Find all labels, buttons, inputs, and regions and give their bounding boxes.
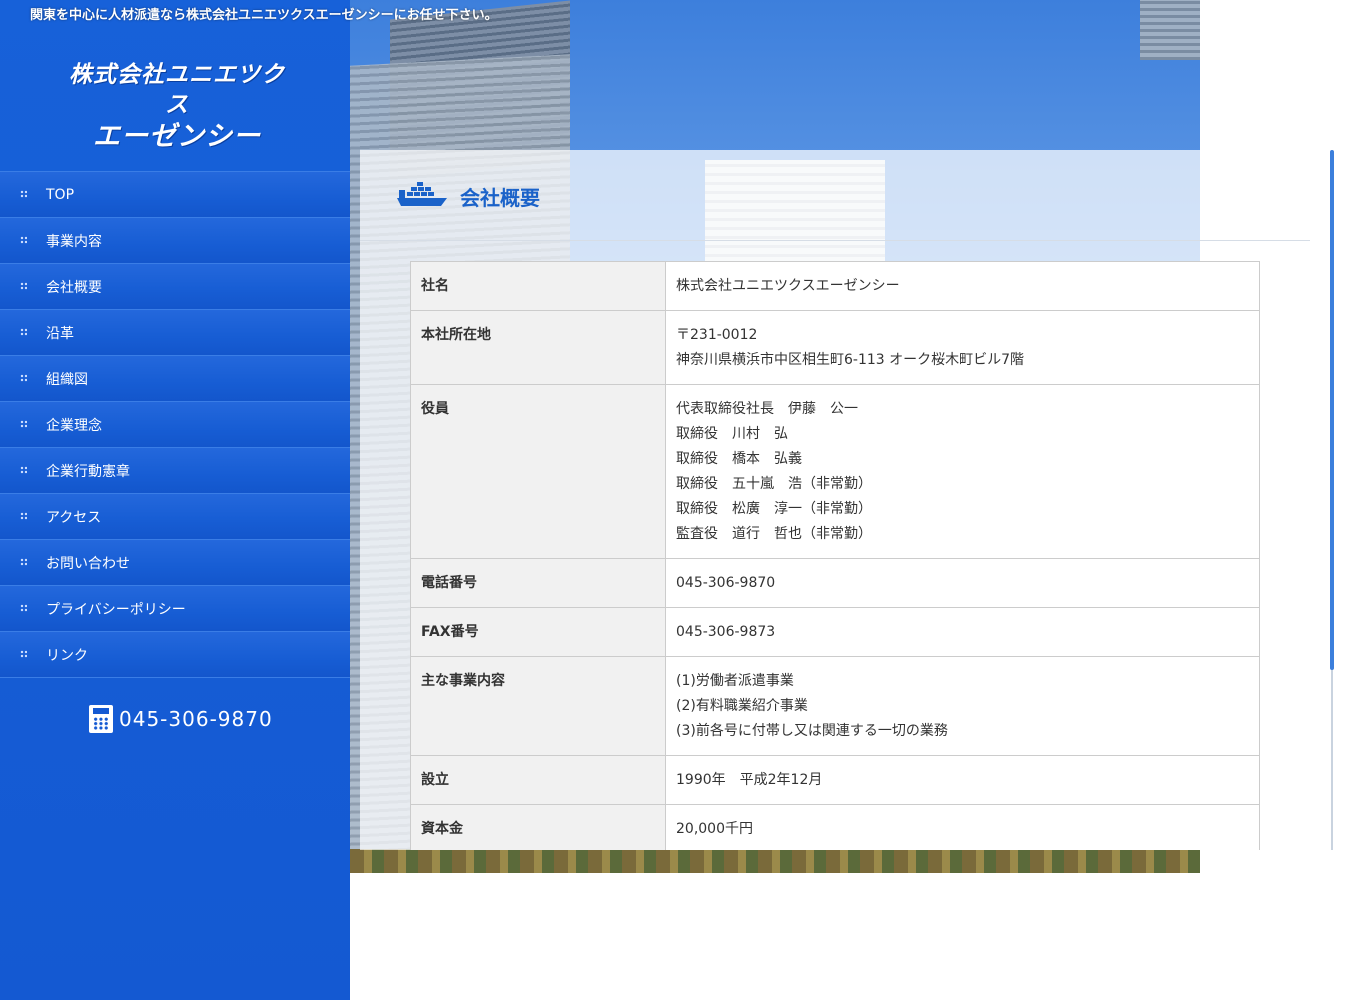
row-value: 1990年 平成2年12月 [665, 755, 1260, 805]
row-label: FAX番号 [410, 607, 666, 657]
nav-item-label: 会社概要 [46, 279, 102, 296]
dots-icon [20, 466, 27, 474]
logo-line1: 株式会社ユニエツクス [69, 62, 285, 118]
dots-icon [20, 512, 27, 520]
dots-icon [20, 236, 27, 244]
table-row: 主な事業内容 (1)労働者派遣事業 (2)有料職業紹介事業 (3)前各号に付帯し又は関… [410, 656, 1260, 756]
row-value: (1)労働者派遣事業 (2)有料職業紹介事業 (3)前各号に付帯し又は関連する一切の… [665, 656, 1260, 756]
nav-item-label: TOP [46, 186, 75, 203]
table-row: 本社所在地 〒231-0012 神奈川県横浜市中区相生町6-113 オーク桜木町ビル… [410, 310, 1260, 385]
table-row: 資本金 20,000千円 [410, 804, 1260, 850]
scrollbar-thumb[interactable] [1330, 150, 1334, 670]
row-value-line: 取締役 川村 弘 [676, 426, 788, 442]
table-row: 設立 1990年 平成2年12月 [410, 755, 1260, 805]
nav-item-label: 事業内容 [46, 233, 102, 250]
row-value: 045-306-9870 [665, 558, 1260, 608]
site-tagline: 関東を中心に人材派遣なら株式会社ユニエツクスエーゼンシーにお任せ下さい。 [30, 8, 498, 23]
nav-item-links[interactable]: リンク [0, 631, 350, 678]
row-label: 社名 [410, 261, 666, 311]
nav-item-history[interactable]: 沿革 [0, 309, 350, 355]
dots-icon [20, 604, 27, 612]
nav-item-philosophy[interactable]: 企業理念 [0, 401, 350, 447]
nav-item-org-chart[interactable]: 組織図 [0, 355, 350, 401]
nav-item-privacy[interactable]: プライバシーポリシー [0, 585, 350, 631]
trees-strip [350, 849, 1200, 873]
row-label: 役員 [410, 384, 666, 559]
dots-icon [20, 190, 27, 198]
nav-item-label: 沿革 [46, 325, 74, 342]
dots-icon [20, 420, 27, 428]
row-value-line: 045-306-9873 [676, 624, 776, 640]
logo-line2: エーゼンシー [93, 121, 261, 152]
sidebar: 株式会社ユニエツクス エーゼンシー TOP 事業内容 会社概要 沿革 組織図 企… [0, 0, 350, 1000]
nav-item-label: プライバシーポリシー [46, 601, 186, 618]
nav-item-label: 組織図 [46, 371, 88, 388]
row-value-line: 取締役 五十嵐 浩（非常勤） [676, 476, 872, 492]
row-value: 〒231-0012 神奈川県横浜市中区相生町6-113 オーク桜木町ビル7階 [665, 310, 1260, 385]
page-title: 会社概要 [460, 186, 540, 210]
row-value-line: 20,000千円 [676, 821, 753, 837]
row-label: 主な事業内容 [410, 656, 666, 756]
row-value-line: 取締役 松廣 淳一（非常勤） [676, 501, 872, 517]
dots-icon [20, 650, 27, 658]
row-value-line: 監査役 道行 哲也（非常勤） [676, 526, 872, 542]
row-label: 設立 [410, 755, 666, 805]
page-header: 会社概要 [360, 150, 1310, 241]
row-value-line: (1)労働者派遣事業 [676, 673, 794, 689]
table-row: 社名 株式会社ユニエツクスエーゼンシー [410, 261, 1260, 311]
company-info-table: 社名 株式会社ユニエツクスエーゼンシー 本社所在地 〒231-0012 神奈川県横浜市中… [410, 261, 1260, 850]
row-value: 045-306-9873 [665, 607, 1260, 657]
nav-item-business[interactable]: 事業内容 [0, 217, 350, 263]
row-value: 代表取締役社長 伊藤 公一 取締役 川村 弘取締役 橋本 弘義取締役 五十嵐 浩（… [665, 384, 1260, 559]
nav-item-label: 企業行動憲章 [46, 463, 130, 480]
nav-item-charter[interactable]: 企業行動憲章 [0, 447, 350, 493]
site-logo[interactable]: 株式会社ユニエツクス エーゼンシー [62, 60, 292, 154]
row-value-line: 1990年 平成2年12月 [676, 772, 823, 788]
nav-item-access[interactable]: アクセス [0, 493, 350, 539]
nav-item-top[interactable]: TOP [0, 171, 350, 217]
nav-item-label: リンク [46, 647, 88, 664]
row-value-line: (3)前各号に付帯し又は関連する一切の業務 [676, 723, 948, 739]
row-value-line: 取締役 橋本 弘義 [676, 451, 802, 467]
nav-item-company-profile[interactable]: 会社概要 [0, 263, 350, 309]
dots-icon [20, 328, 27, 336]
building-corner [1140, 0, 1200, 60]
dots-icon [20, 558, 27, 566]
nav-item-contact[interactable]: お問い合わせ [0, 539, 350, 585]
row-label: 電話番号 [410, 558, 666, 608]
row-value-line: 〒231-0012 [676, 327, 758, 343]
table-row: 電話番号 045-306-9870 [410, 558, 1260, 608]
row-value-line: (2)有料職業紹介事業 [676, 698, 808, 714]
nav-item-label: お問い合わせ [46, 555, 130, 572]
dots-icon [20, 374, 27, 382]
phone-icon [89, 705, 113, 733]
content-panel: 会社概要 社名 株式会社ユニエツクスエーゼンシー 本社所在地 〒231-0012 神奈川… [360, 150, 1310, 850]
row-label: 資本金 [410, 804, 666, 850]
table-row: FAX番号 045-306-9873 [410, 607, 1260, 657]
row-value-line: 代表取締役社長 伊藤 公一 [676, 401, 858, 417]
table-row: 役員 代表取締役社長 伊藤 公一 取締役 川村 弘取締役 橋本 弘義取締役 五十嵐 … [410, 384, 1260, 559]
row-value-line: 045-306-9870 [676, 575, 776, 591]
ship-icon [397, 182, 447, 206]
nav-item-label: 企業理念 [46, 417, 102, 434]
phone-number: 045-306-9870 [119, 707, 273, 731]
row-value-line: 神奈川県横浜市中区相生町6-113 オーク桜木町ビル7階 [676, 352, 1025, 368]
phone-link[interactable]: 045-306-9870 [89, 705, 273, 733]
row-value-line: 株式会社ユニエツクスエーゼンシー [676, 278, 900, 294]
row-label: 本社所在地 [410, 310, 666, 385]
nav-item-label: アクセス [46, 509, 102, 526]
row-value: 株式会社ユニエツクスエーゼンシー [665, 261, 1260, 311]
main-nav: TOP 事業内容 会社概要 沿革 組織図 企業理念 企業行動憲章 アクセス お問… [0, 171, 350, 678]
dots-icon [20, 282, 27, 290]
row-value: 20,000千円 [665, 804, 1260, 850]
